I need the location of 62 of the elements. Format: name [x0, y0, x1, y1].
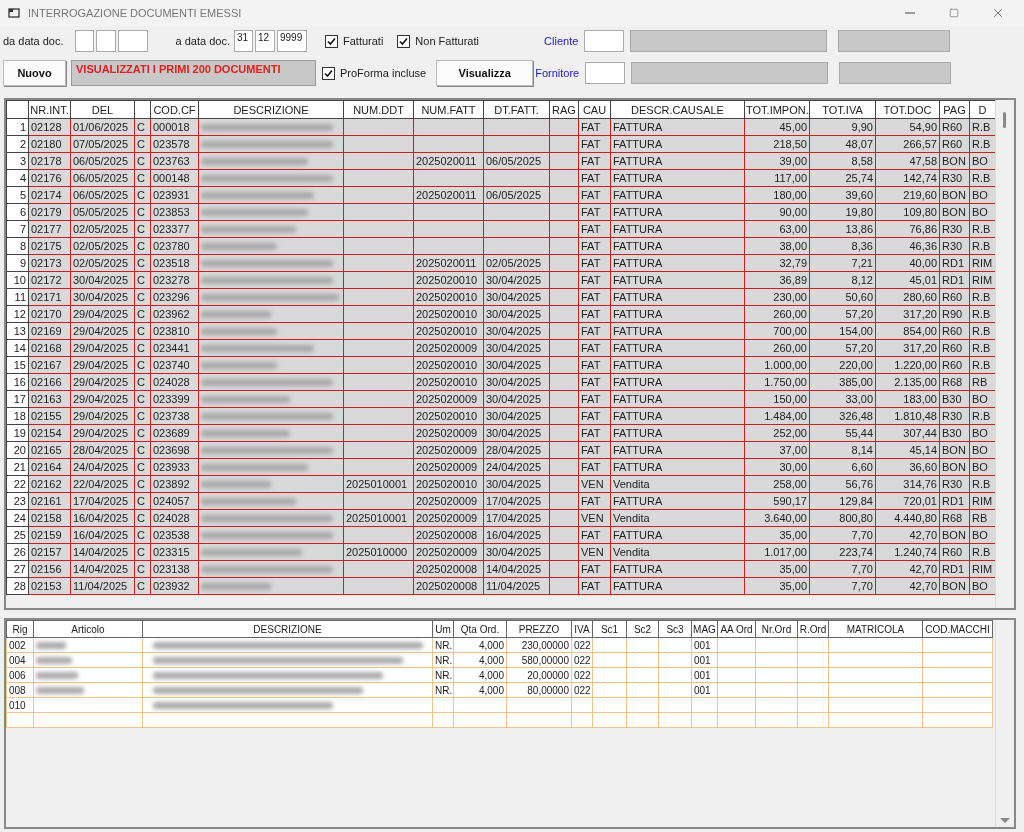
column-header[interactable]: Rig — [6, 620, 34, 638]
column-header[interactable]: NR.INT. — [28, 100, 71, 119]
column-header[interactable]: RAG — [549, 100, 579, 119]
column-header[interactable]: IVA — [571, 620, 593, 638]
checkbox[interactable]: Non Fatturati — [397, 34, 533, 48]
check-icon — [324, 68, 333, 78]
table-cell: NR. — [432, 652, 454, 668]
scroll-down-icon[interactable] — [1000, 818, 1010, 823]
scroll-thumb[interactable] — [1003, 112, 1006, 128]
column-header[interactable]: Nr.Ord — [755, 620, 798, 638]
checkbox[interactable]: Fatturati — [325, 34, 384, 48]
close-icon — [991, 6, 1005, 20]
nuovo-button[interactable]: Nuovo — [3, 60, 66, 86]
maximize-icon — [949, 8, 959, 18]
window-icon — [8, 7, 20, 19]
column-header[interactable]: Articolo — [33, 620, 143, 638]
column-header[interactable]: COD.MACCHI — [922, 620, 993, 638]
column-header[interactable]: MATRICOLA — [828, 620, 923, 638]
column-header[interactable]: Um — [432, 620, 454, 638]
to-date-label: a data doc. — [175, 34, 230, 48]
day-field[interactable]: 31 — [234, 30, 253, 52]
cliente-label: Cliente — [543, 34, 579, 48]
fornitore-code-field[interactable] — [585, 62, 626, 84]
year-field[interactable] — [117, 30, 148, 52]
column-header[interactable]: TOT.IMPON. — [744, 100, 810, 119]
column-header[interactable]: Qta Ord. — [453, 620, 507, 638]
column-header[interactable]: DESCRIZIONE — [198, 100, 344, 119]
column-header[interactable]: Sc3 — [658, 620, 692, 638]
cliente-code-field[interactable] — [584, 30, 625, 52]
column-header[interactable]: DEL — [70, 100, 135, 119]
month-field[interactable]: 12 — [255, 30, 275, 52]
check-icon — [327, 36, 336, 46]
corner-cell — [6, 100, 29, 119]
column-header[interactable]: R.Ord — [797, 620, 829, 638]
column-header[interactable]: MAG — [691, 620, 718, 638]
window-title: INTERROGAZIONE DOCUMENTI EMESSI — [28, 7, 243, 19]
column-header[interactable]: PAG — [939, 100, 970, 119]
minimize-icon — [905, 12, 915, 14]
column-header[interactable]: Sc1 — [592, 620, 627, 638]
column-header[interactable]: COD.CF — [150, 100, 199, 119]
month-field[interactable] — [95, 30, 116, 52]
column-header[interactable]: PREZZO — [506, 620, 572, 638]
column-header[interactable]: AA Ord — [717, 620, 756, 638]
status-message: VISUALIZZATI I PRIMI 200 DOCUMENTI — [71, 60, 316, 86]
fornitore-label: Fornitore — [534, 66, 580, 80]
column-header[interactable]: CAU — [578, 100, 611, 119]
column-header[interactable]: D — [969, 100, 995, 119]
day-field[interactable] — [74, 30, 94, 52]
column-header[interactable]: Sc2 — [626, 620, 659, 638]
column-header[interactable]: DESCRIZIONE — [142, 620, 433, 638]
check-icon — [399, 36, 409, 46]
column-header[interactable]: NUM.DDT — [343, 100, 414, 119]
from-date-label: da data doc. — [3, 34, 64, 48]
table-cell: NR. — [432, 682, 454, 698]
column-header[interactable]: TOT.DOC — [875, 100, 940, 119]
column-header[interactable]: DESCR.CAUSALE — [610, 100, 745, 119]
checkbox[interactable]: ProForma incluse — [322, 66, 427, 80]
column-header[interactable]: DT.FATT. — [483, 100, 550, 119]
year-field[interactable]: 9999 — [277, 30, 307, 52]
visualizza-button[interactable]: Visualizza — [436, 60, 534, 86]
column-header[interactable]: NUM.FATT — [413, 100, 484, 119]
column-header[interactable]: TOT.IVA — [809, 100, 876, 119]
